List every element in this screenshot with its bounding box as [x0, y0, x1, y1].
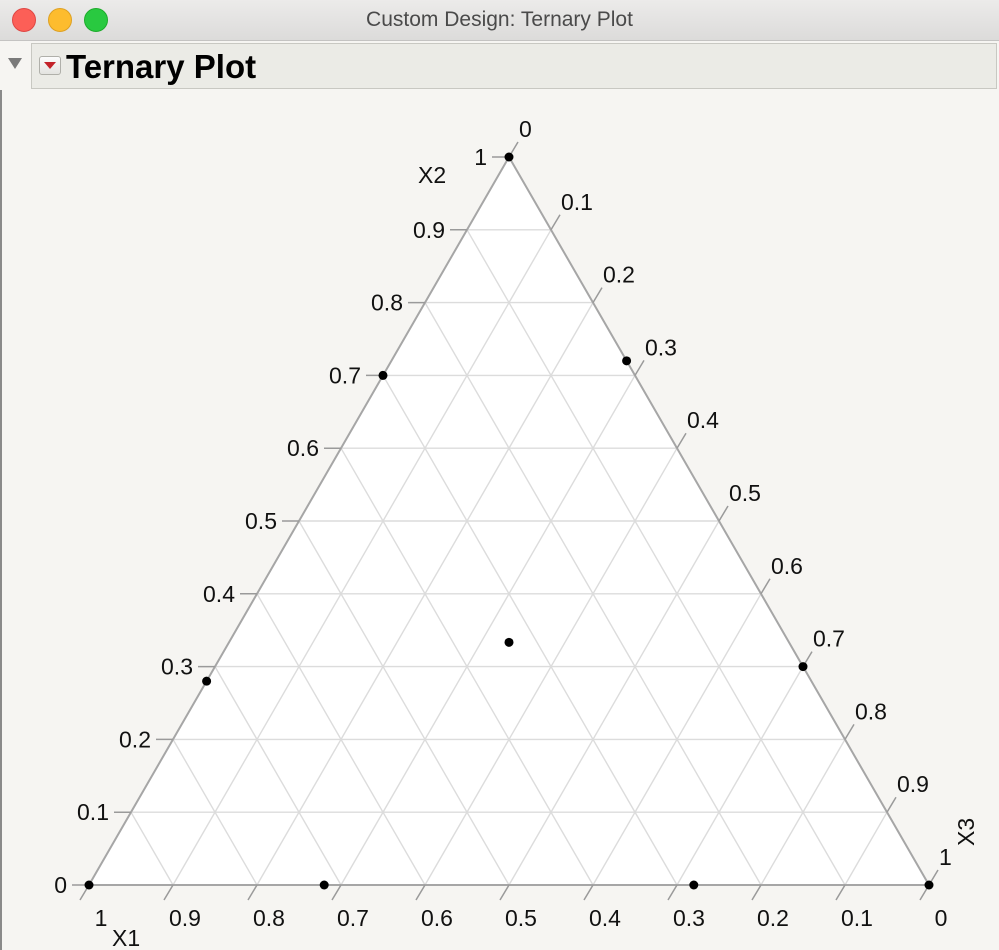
data-point — [202, 676, 212, 686]
x2-axis-label: X2 — [418, 162, 446, 188]
x1-tick-label: 0.5 — [505, 905, 537, 931]
x3-tick-label: 1 — [939, 844, 952, 870]
x1-tick-label: 1 — [95, 905, 108, 931]
x2-tick-label: 0.6 — [287, 435, 319, 461]
x3-tick-label: 0.2 — [603, 262, 635, 288]
x1-tick-label: 0.4 — [589, 905, 621, 931]
data-point — [84, 880, 94, 890]
x3-tick — [718, 505, 729, 522]
data-point — [622, 356, 632, 366]
x1-tick-label: 0.6 — [421, 905, 453, 931]
x2-tick-label: 1 — [474, 144, 487, 170]
x1-tick — [583, 884, 594, 901]
x1-tick — [835, 884, 846, 901]
x3-tick-label: 0.4 — [687, 407, 719, 433]
x3-tick-label: 0.6 — [771, 553, 803, 579]
x3-tick — [760, 578, 771, 595]
x2-tick-label: 0.5 — [245, 508, 277, 534]
x1-tick — [499, 884, 510, 901]
x3-tick — [634, 360, 645, 376]
x2-tick-label: 0 — [54, 872, 67, 898]
x2-tick-label: 0.3 — [161, 654, 193, 680]
data-point — [504, 152, 514, 162]
x3-tick-label: 0.8 — [855, 698, 887, 724]
data-point — [378, 370, 388, 380]
x3-axis-label: X3 — [953, 818, 979, 846]
data-point — [798, 662, 808, 672]
x1-tick-label: 0.8 — [253, 905, 285, 931]
x1-axis-label: X1 — [112, 925, 140, 950]
x3-tick — [592, 287, 603, 303]
x1-tick — [415, 884, 426, 901]
ternary-plot: 0 0 1 0.1 0.1 0.9 0.2 0.2 0.8 0.3 0.3 0.7 0.4 0.4 0.6 0… — [54, 116, 979, 950]
x2-tick-label: 0.1 — [77, 799, 109, 825]
x3-tick-label: 0 — [519, 116, 532, 142]
x3-tick — [550, 214, 561, 231]
x1-tick — [247, 884, 258, 901]
x1-tick — [163, 884, 174, 901]
x1-tick-label: 0.9 — [169, 905, 201, 931]
x3-tick — [676, 432, 687, 449]
x2-tick-label: 0.9 — [413, 217, 445, 243]
x1-tick-label: 0.7 — [337, 905, 369, 931]
data-point — [689, 880, 699, 890]
x3-tick — [844, 724, 855, 740]
x1-tick-label: 0 — [935, 905, 948, 931]
x1-tick — [667, 884, 678, 901]
x1-tick — [751, 884, 762, 901]
x1-tick-label: 0.2 — [757, 905, 789, 931]
x2-tick-label: 0.2 — [119, 726, 151, 752]
data-point — [924, 880, 934, 890]
data-point — [504, 637, 514, 647]
x2-tick-label: 0.8 — [371, 290, 403, 316]
x3-tick — [886, 796, 897, 813]
data-point — [319, 880, 329, 890]
x3-tick-label: 0.7 — [813, 626, 845, 652]
x3-tick-label: 0.9 — [897, 771, 929, 797]
x3-tick-label: 0.5 — [729, 480, 761, 506]
x1-tick-label: 0.3 — [673, 905, 705, 931]
x2-tick-label: 0.4 — [203, 581, 235, 607]
x3-tick-label: 0.1 — [561, 189, 593, 215]
x3-tick-label: 0.3 — [645, 334, 677, 360]
x1-tick — [331, 884, 342, 901]
x1-tick-label: 0.1 — [841, 905, 873, 931]
x2-tick-label: 0.7 — [329, 362, 361, 388]
